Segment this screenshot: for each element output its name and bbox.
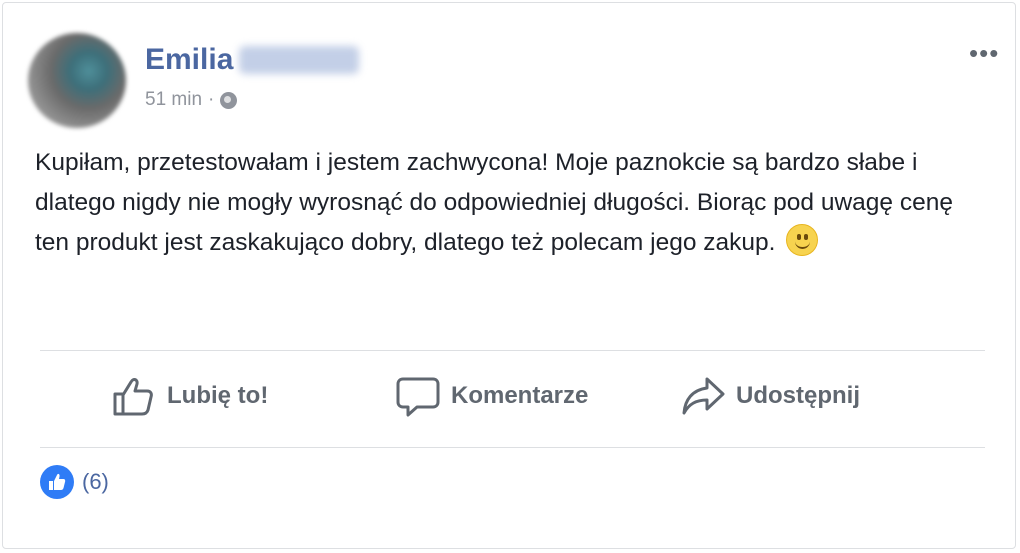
like-button[interactable]: Lubię to! (111, 370, 268, 422)
author-surname-blurred (239, 46, 360, 74)
smiley-emoji (786, 224, 819, 256)
avatar[interactable] (28, 33, 126, 128)
share-label: Udostępnij (736, 382, 860, 409)
author-row: Emilia (145, 42, 360, 78)
reaction-count: (6) (82, 469, 109, 494)
reactions-summary[interactable]: (6) (40, 465, 109, 499)
divider-bottom (40, 447, 985, 448)
post-text: Kupiłam, przetestowałam i jestem zachwyc… (35, 143, 985, 263)
post-time[interactable]: 51 min (145, 89, 202, 111)
more-icon[interactable]: ••• (969, 40, 999, 66)
like-label: Lubię to! (167, 382, 269, 409)
comment-icon (396, 377, 440, 417)
globe-icon[interactable] (220, 91, 238, 109)
post-card: Emilia 51 min · ••• Kupiłam, przetestowa… (2, 2, 1016, 549)
share-icon (682, 377, 725, 415)
post-meta: 51 min · (145, 89, 238, 111)
thumbs-up-icon (113, 378, 153, 416)
divider-top (40, 350, 985, 351)
meta-separator: · (208, 89, 215, 110)
like-reaction-icon (40, 465, 74, 499)
author-name[interactable]: Emilia (145, 43, 233, 77)
comment-label: Komentarze (451, 382, 589, 409)
comment-button[interactable]: Komentarze (395, 370, 588, 422)
share-button[interactable]: Udostępnij (680, 370, 860, 422)
